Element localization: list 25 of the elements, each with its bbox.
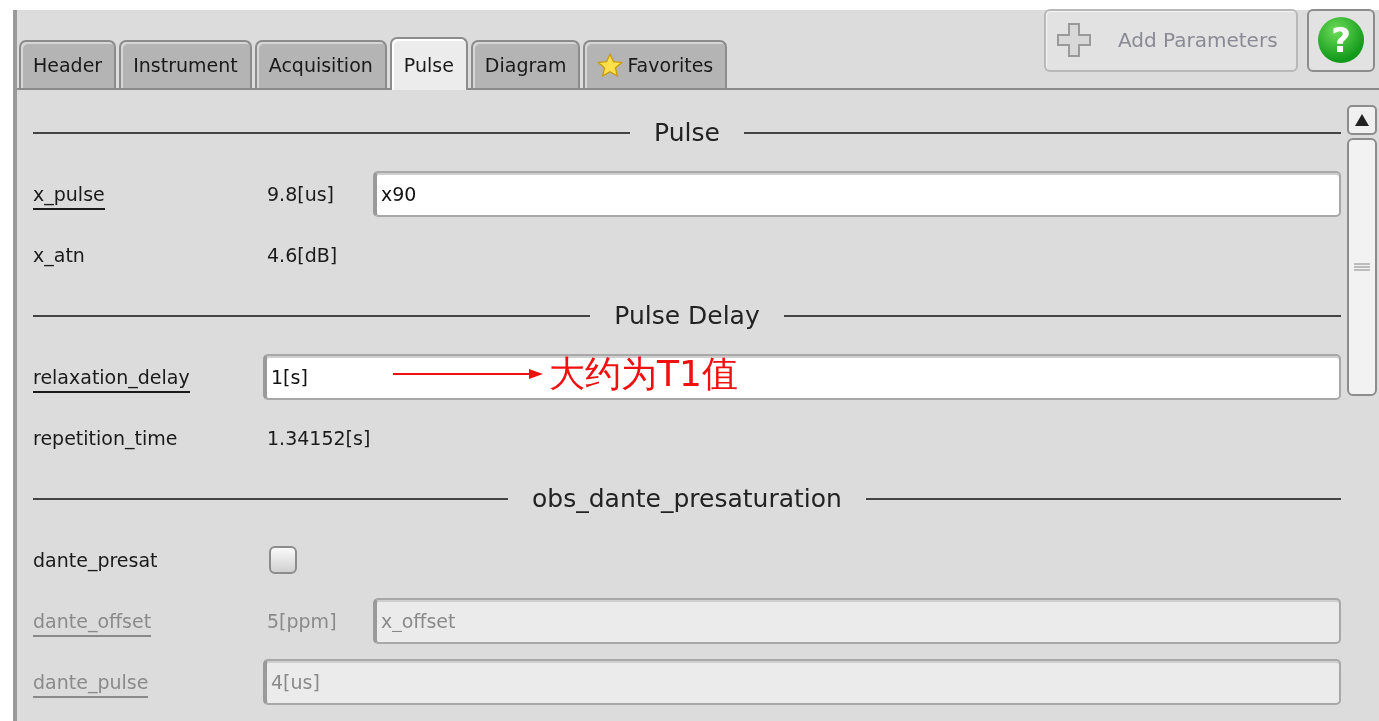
parameter-label[interactable]: relaxation_delay: [33, 365, 190, 393]
parameter-label: dante_presat: [33, 548, 158, 574]
scrollbar-thumb[interactable]: [1347, 138, 1377, 396]
tab[interactable]: Diagram: [470, 40, 581, 88]
input-field[interactable]: x90: [373, 170, 1341, 217]
section-title: obs_dante_presaturation: [532, 484, 842, 513]
annotation-text: 大约为T1值: [549, 351, 738, 396]
tab[interactable]: Instrument: [119, 40, 252, 88]
tab[interactable]: Favorites: [583, 40, 728, 88]
scroll-up-button[interactable]: [1347, 105, 1377, 135]
checkbox[interactable]: [269, 545, 297, 574]
up-arrow-icon: [1354, 113, 1370, 127]
parameter-reading: 9.8[us]: [267, 182, 335, 205]
parameter-label: x_atn: [33, 243, 85, 269]
parameter-reading: 4.6[dB]: [267, 243, 338, 266]
parameter-reading: 1.34152[s]: [267, 426, 371, 449]
plus-icon: [1056, 22, 1092, 58]
parameter-label[interactable]: x_pulse: [33, 182, 105, 210]
parameter-reading: 5[ppm]: [267, 609, 338, 632]
tab[interactable]: Header: [19, 40, 117, 88]
section-title: Pulse: [654, 118, 720, 147]
section-title: Pulse Delay: [614, 301, 760, 330]
tab[interactable]: Pulse: [389, 37, 468, 90]
tab[interactable]: Acquisition: [254, 40, 387, 88]
parameter-label: repetition_time: [33, 426, 178, 452]
